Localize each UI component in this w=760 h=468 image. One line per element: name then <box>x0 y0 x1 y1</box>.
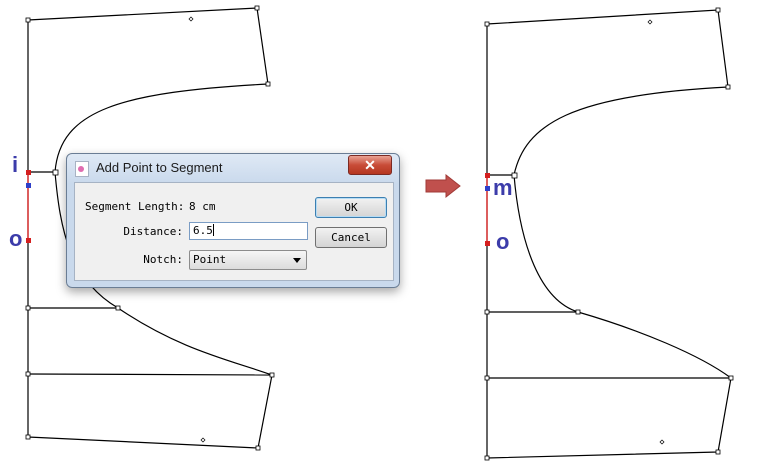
point-label-o-after: o <box>496 229 510 254</box>
cancel-button[interactable]: Cancel <box>315 227 387 248</box>
distance-label: Distance: <box>123 225 183 238</box>
app-icon <box>75 161 89 177</box>
chevron-down-icon <box>293 258 301 263</box>
points-after <box>484 7 734 461</box>
point-label-o-before: o <box>9 226 23 251</box>
notch-select-value: Point <box>193 253 227 266</box>
dialog-titlebar[interactable]: Add Point to Segment ✕ <box>67 154 399 182</box>
ok-button[interactable]: OK <box>315 197 387 218</box>
notch-label: Notch: <box>143 253 183 266</box>
add-point-dialog: Add Point to Segment ✕ Segment Length: 8… <box>66 153 400 288</box>
segment-length-label: Segment Length: <box>85 200 185 213</box>
notch-select[interactable]: Point <box>189 250 307 270</box>
pattern-after <box>486 9 732 459</box>
dialog-title: Add Point to Segment <box>96 160 223 175</box>
segment-length-value: 8 cm <box>189 200 216 213</box>
distance-input[interactable]: 6.5 <box>189 222 308 240</box>
text-caret <box>212 224 214 236</box>
point-label-i: i <box>12 152 19 177</box>
right-arrow-icon <box>425 174 461 199</box>
point-label-m: m <box>493 175 513 200</box>
distance-input-value: 6.5 <box>193 224 213 237</box>
close-button[interactable]: ✕ <box>348 155 392 175</box>
dialog-body: Segment Length: 8 cm Distance: 6.5 Notch… <box>74 182 394 281</box>
